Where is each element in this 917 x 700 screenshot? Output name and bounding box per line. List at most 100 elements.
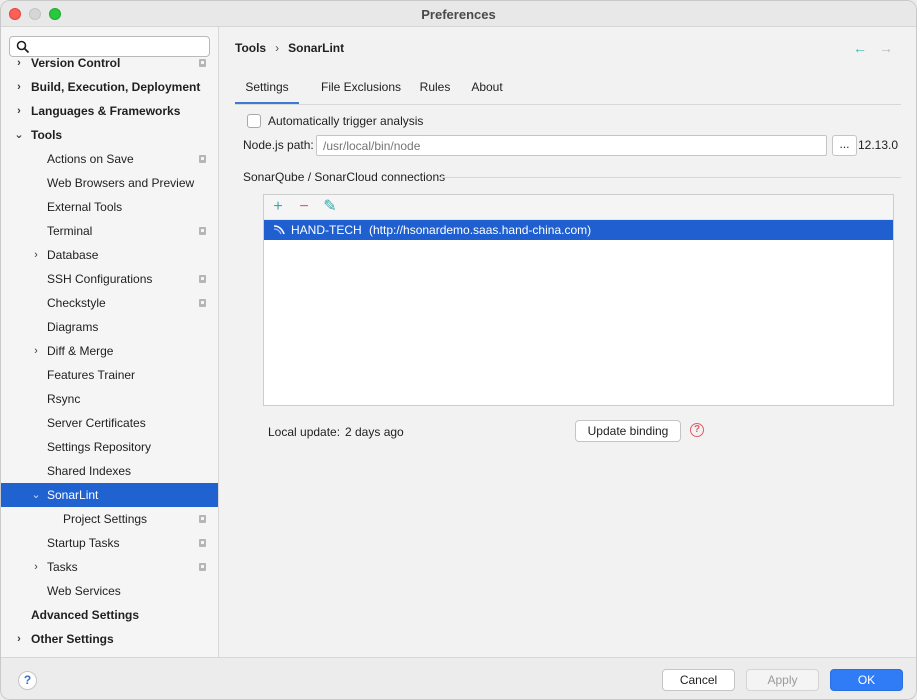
breadcrumb-current: SonarLint — [288, 41, 345, 55]
section-divider — [440, 177, 901, 178]
apply-button[interactable]: Apply — [746, 669, 819, 691]
sidebar-item-advanced-settings[interactable]: Advanced Settings — [1, 603, 218, 627]
sidebar-item-build-execution-deployment[interactable]: › Build, Execution, Deployment — [1, 75, 218, 99]
tab-settings[interactable]: Settings — [235, 77, 299, 105]
chevron-right-icon[interactable]: › — [30, 243, 42, 267]
project-level-icon — [199, 275, 206, 283]
connection-row[interactable]: HAND-TECH (http://hsonardemo.saas.hand-c… — [264, 220, 893, 240]
project-level-icon — [199, 299, 206, 307]
sidebar-item-label: Checkstyle — [47, 296, 106, 310]
ok-button[interactable]: OK — [830, 669, 903, 691]
sidebar-item-label: Diff & Merge — [47, 344, 114, 358]
nodejs-version: 12.13.0 — [858, 138, 899, 152]
sidebar-item-external-tools[interactable]: External Tools — [1, 195, 218, 219]
sidebar-item-project-settings[interactable]: Project Settings — [1, 507, 218, 531]
sidebar-item-actions-on-save[interactable]: Actions on Save — [1, 147, 218, 171]
sidebar-item-tools[interactable]: ⌄ Tools — [1, 123, 218, 147]
title-bar: Preferences — [1, 1, 916, 27]
sidebar-item-label: Build, Execution, Deployment — [31, 80, 201, 94]
sidebar-item-label: Advanced Settings — [31, 608, 140, 622]
sidebar-item-label: Startup Tasks — [47, 536, 120, 550]
sidebar-item-shared-indexes[interactable]: Shared Indexes — [1, 459, 218, 483]
sidebar-item-version-control[interactable]: › Version Control — [1, 51, 218, 75]
chevron-right-icon[interactable]: › — [13, 51, 25, 75]
sidebar-item-startup-tasks[interactable]: Startup Tasks — [1, 531, 218, 555]
sidebar-item-label: Features Trainer — [47, 368, 136, 382]
sidebar-item-label: Rsync — [47, 392, 81, 406]
sidebar-item-ssh-configurations[interactable]: SSH Configurations — [1, 267, 218, 291]
sidebar-item-label: Actions on Save — [47, 152, 134, 166]
nodejs-path-input[interactable] — [316, 135, 827, 156]
sidebar-item-sonarlint[interactable]: ⌄ SonarLint — [1, 483, 218, 507]
sidebar-item-diff-merge[interactable]: › Diff & Merge — [1, 339, 218, 363]
sidebar-item-label: Server Certificates — [47, 416, 146, 430]
chevron-right-icon[interactable]: › — [13, 75, 25, 99]
tab-divider — [235, 104, 901, 105]
sidebar-item-label: SSH Configurations — [47, 272, 153, 286]
help-button[interactable]: ? — [18, 671, 37, 690]
auto-trigger-checkbox[interactable] — [247, 114, 261, 128]
connections-toolbar: + − ✎ — [264, 195, 893, 220]
update-binding-button[interactable]: Update binding — [575, 420, 681, 442]
chevron-right-icon[interactable]: › — [30, 555, 42, 579]
chevron-right-icon[interactable]: › — [13, 627, 25, 651]
sidebar-item-label: Web Browsers and Preview — [47, 176, 195, 190]
forward-arrow-icon[interactable]: → — [879, 40, 893, 56]
auto-trigger-label[interactable]: Automatically trigger analysis — [268, 114, 423, 128]
connection-url: (http://hsonardemo.saas.hand-china.com) — [369, 223, 592, 237]
local-update-label: Local update: — [268, 425, 341, 439]
sidebar-item-diagrams[interactable]: Diagrams — [1, 315, 218, 339]
back-arrow-icon[interactable]: ← — [853, 40, 867, 56]
breadcrumb-parent[interactable]: Tools — [235, 41, 266, 55]
sidebar-item-languages-frameworks[interactable]: › Languages & Frameworks — [1, 99, 218, 123]
settings-sidebar: › Version Control › Build, Execution, Deplo… — [1, 27, 219, 657]
local-update-value: 2 days ago — [345, 425, 404, 439]
chevron-down-icon[interactable]: ⌄ — [13, 123, 25, 147]
project-level-icon — [199, 563, 206, 571]
sidebar-item-label: External Tools — [47, 200, 123, 214]
cancel-button[interactable]: Cancel — [662, 669, 735, 691]
sidebar-item-label: Database — [47, 248, 99, 262]
remove-icon[interactable]: − — [294, 197, 314, 217]
project-level-icon — [199, 155, 206, 163]
chevron-right-icon[interactable]: › — [30, 339, 42, 363]
sidebar-item-database[interactable]: › Database — [1, 243, 218, 267]
tab-rules[interactable]: Rules — [415, 77, 455, 105]
browse-button[interactable]: ... — [832, 135, 857, 156]
sidebar-item-label: Settings Repository — [47, 440, 152, 454]
sidebar-item-label: Terminal — [47, 224, 93, 238]
sidebar-item-rsync[interactable]: Rsync — [1, 387, 218, 411]
connection-name: HAND-TECH — [291, 223, 362, 237]
sidebar-item-terminal[interactable]: Terminal — [1, 219, 218, 243]
help-icon[interactable]: ? — [690, 423, 704, 437]
window-title: Preferences — [421, 7, 496, 22]
sidebar-item-checkstyle[interactable]: Checkstyle — [1, 291, 218, 315]
sidebar-item-label: Shared Indexes — [47, 464, 132, 478]
sidebar-item-other-settings[interactable]: › Other Settings — [1, 627, 218, 651]
sidebar-item-label: Tasks — [47, 560, 78, 574]
sidebar-item-features-trainer[interactable]: Features Trainer — [1, 363, 218, 387]
dialog-footer: ? Cancel Apply OK — [1, 657, 916, 699]
preferences-window: Preferences › Version Control › Build, Exec… — [0, 0, 917, 700]
nodejs-path-label: Node.js path: — [243, 138, 314, 152]
sidebar-item-label: Tools — [31, 128, 63, 142]
sidebar-item-label: Project Settings — [63, 512, 148, 526]
sidebar-item-label: Web Services — [47, 584, 121, 598]
sonarqube-icon — [273, 225, 285, 235]
breadcrumb-separator: › — [275, 41, 280, 55]
main-panel: Tools › SonarLint ← → Settings File Exclus… — [219, 27, 916, 657]
sidebar-item-web-browsers-and-preview[interactable]: Web Browsers and Preview — [1, 171, 218, 195]
tab-file-exclusions[interactable]: File Exclusions — [313, 77, 409, 105]
sidebar-item-settings-repository[interactable]: Settings Repository — [1, 435, 218, 459]
add-icon[interactable]: + — [268, 197, 288, 217]
chevron-down-icon[interactable]: ⌄ — [30, 483, 42, 507]
sidebar-item-server-certificates[interactable]: Server Certificates — [1, 411, 218, 435]
sidebar-item-tasks[interactable]: › Tasks — [1, 555, 218, 579]
sidebar-item-web-services[interactable]: Web Services — [1, 579, 218, 603]
connections-section-title: SonarQube / SonarCloud connections — [243, 170, 446, 184]
edit-pencil-icon[interactable]: ✎ — [320, 197, 340, 217]
breadcrumb: Tools › SonarLint — [235, 41, 344, 55]
tab-about[interactable]: About — [467, 77, 507, 105]
project-level-icon — [199, 539, 206, 547]
chevron-right-icon[interactable]: › — [13, 99, 25, 123]
